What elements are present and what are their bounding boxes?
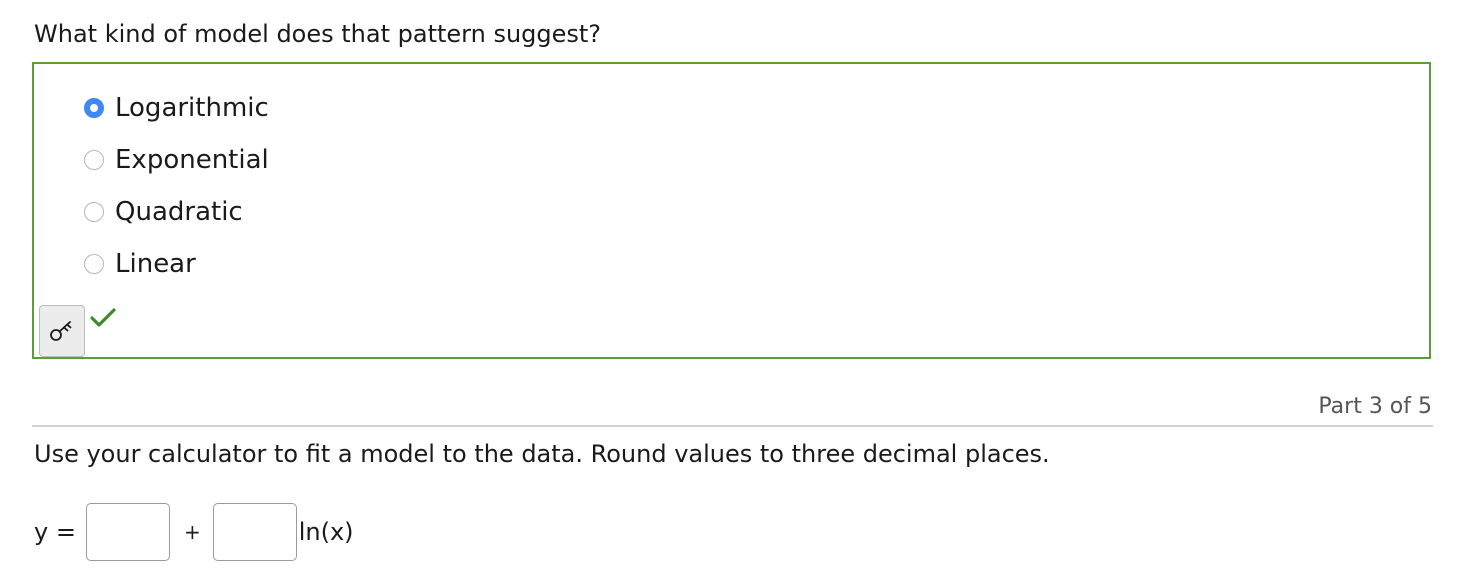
radio-selected-icon[interactable] — [84, 98, 104, 118]
choice-list: Logarithmic Exponential Quadratic Linear — [84, 82, 269, 290]
choice-label: Exponential — [115, 145, 269, 175]
choice-linear[interactable]: Linear — [84, 238, 269, 290]
instruction-text: Use your calculator to fit a model to th… — [34, 440, 1050, 468]
coefficient-b-input[interactable] — [212, 503, 297, 561]
choice-logarithmic[interactable]: Logarithmic — [84, 82, 269, 134]
model-equation: y = + ln(x) — [34, 502, 354, 562]
choice-label: Logarithmic — [115, 93, 269, 123]
question-text: What kind of model does that pattern sug… — [34, 20, 602, 48]
checkmark-icon — [90, 308, 116, 327]
section-divider — [32, 425, 1433, 427]
radio-icon[interactable] — [84, 202, 104, 222]
choice-exponential[interactable]: Exponential — [84, 134, 269, 186]
equation-lhs: y = — [34, 518, 76, 546]
choice-label: Quadratic — [115, 197, 243, 227]
radio-icon[interactable] — [84, 254, 104, 274]
part-indicator: Part 3 of 5 — [1318, 394, 1432, 419]
equation-ln-term: ln(x) — [298, 518, 354, 546]
equation-plus: + — [183, 520, 201, 544]
answer-box: Logarithmic Exponential Quadratic Linear — [32, 62, 1431, 359]
choice-quadratic[interactable]: Quadratic — [84, 186, 269, 238]
choice-label: Linear — [115, 249, 196, 279]
coefficient-a-input[interactable] — [85, 503, 170, 561]
radio-icon[interactable] — [84, 150, 104, 170]
answer-key-button[interactable] — [39, 305, 85, 357]
key-icon — [50, 321, 72, 341]
